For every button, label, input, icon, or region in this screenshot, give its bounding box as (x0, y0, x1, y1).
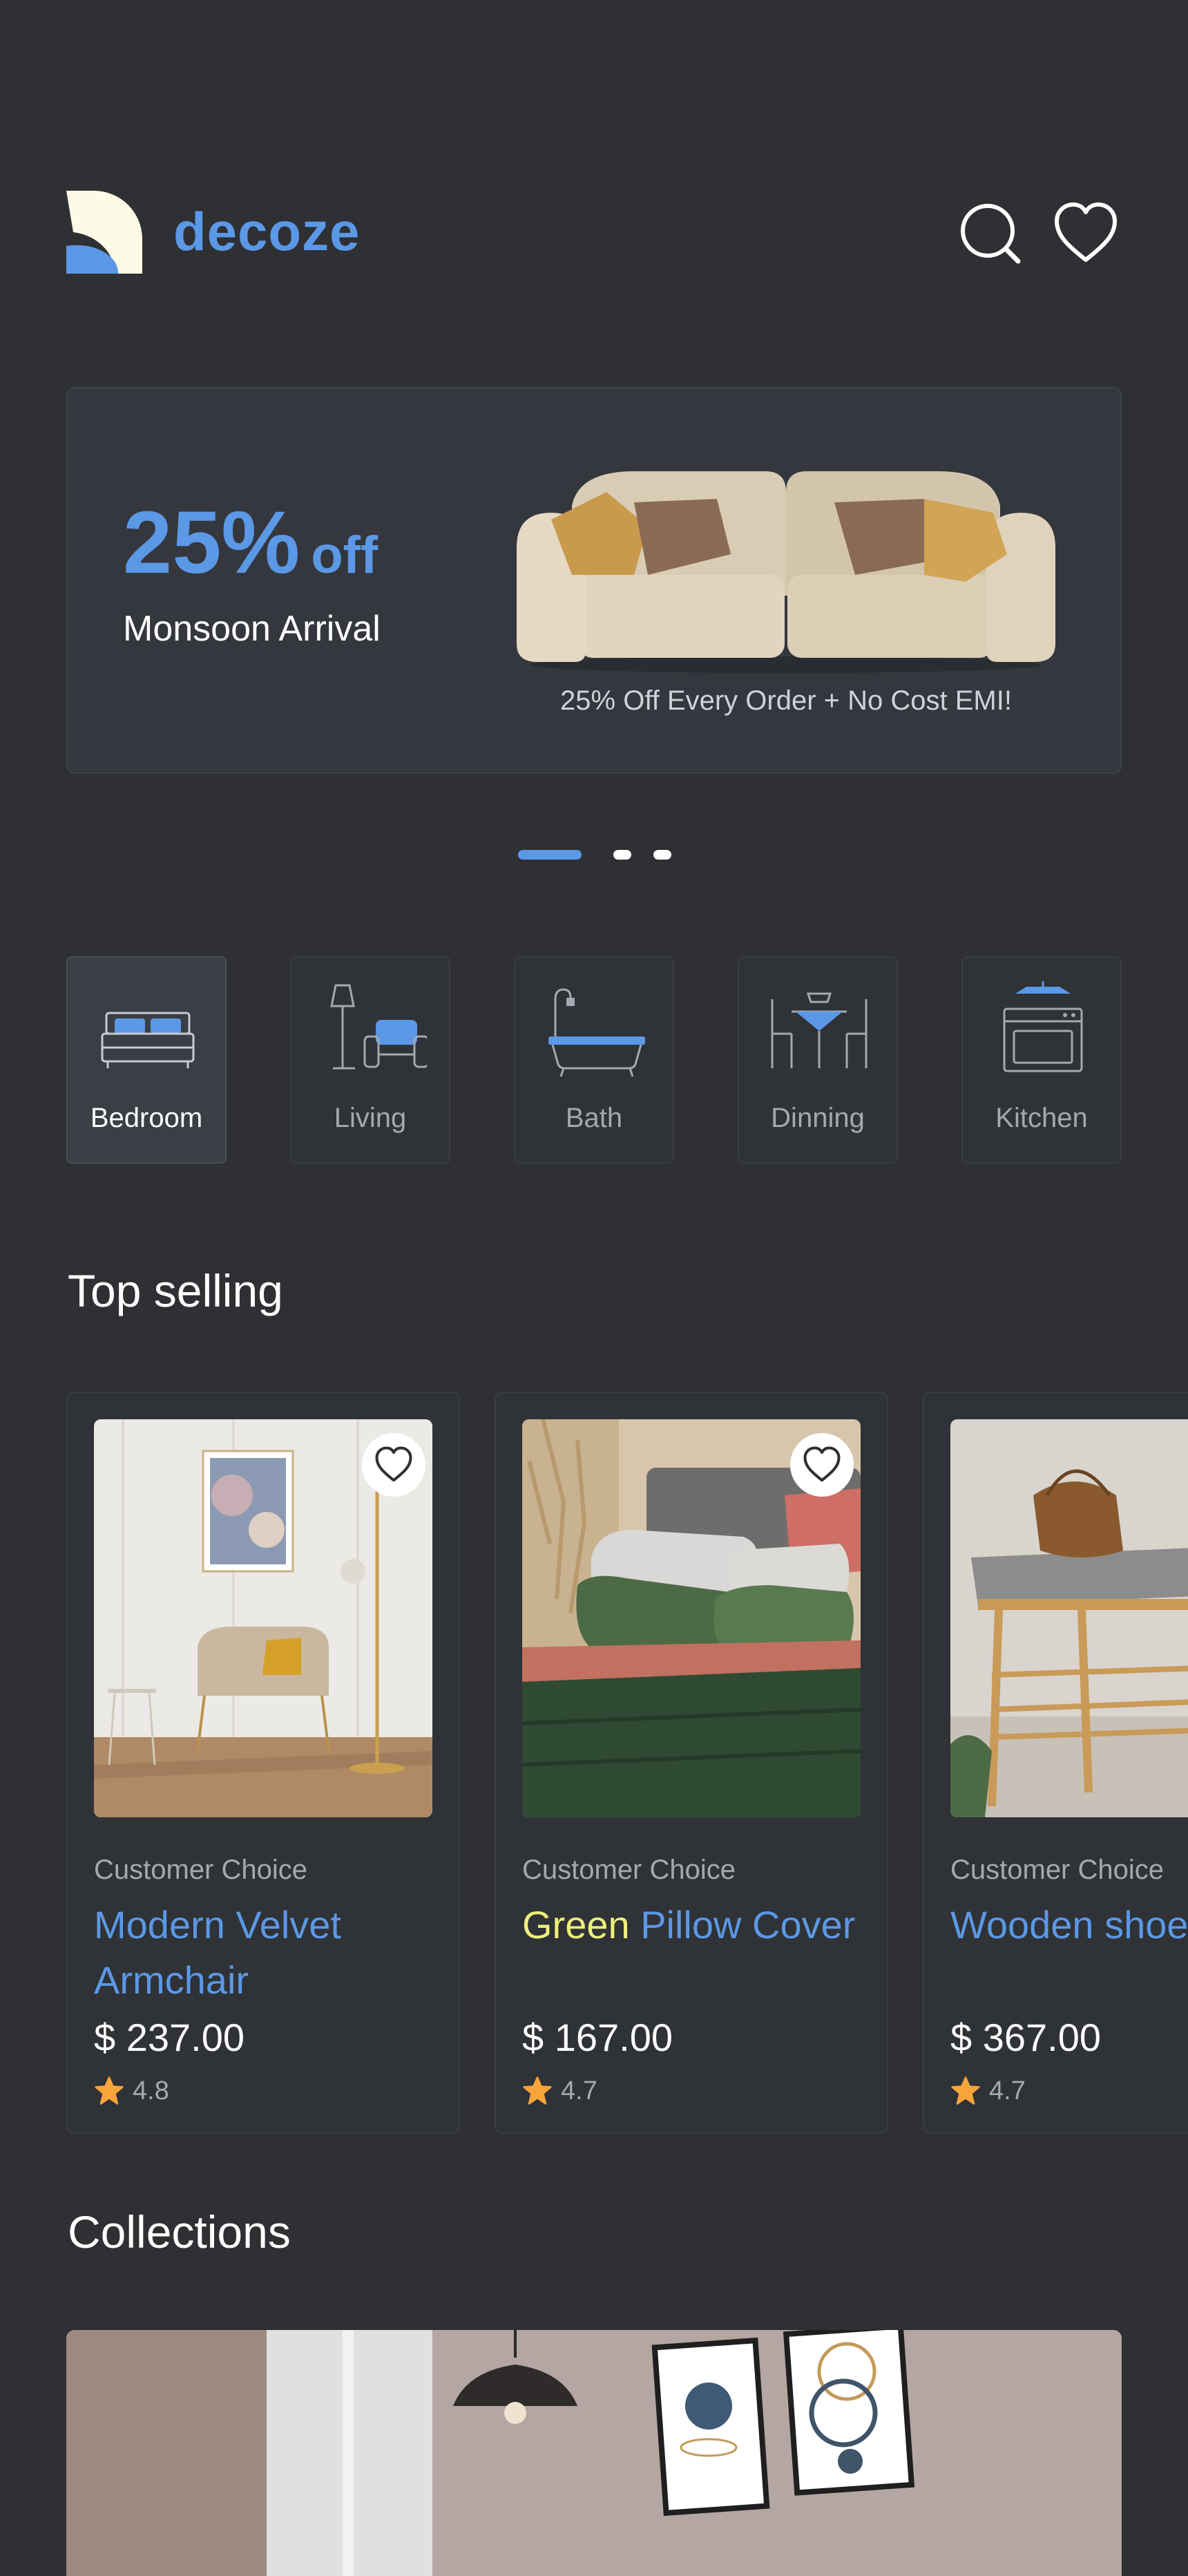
collection-image (66, 2330, 1122, 2576)
product-eyebrow: Customer Choice (950, 1855, 1165, 1885)
category-bath[interactable]: Bath (514, 956, 674, 1164)
heart-icon[interactable] (1053, 200, 1119, 267)
oven-icon (1003, 981, 1083, 1072)
product-eyebrow: Customer Choice (522, 1855, 736, 1885)
product-eyebrow: Customer Choice (94, 1855, 308, 1885)
search-icon[interactable] (957, 200, 1024, 267)
product-name-text: Pillow Cover (629, 1903, 856, 1947)
bathtub-icon (548, 988, 645, 1077)
product-price: $ 367.00 (950, 2016, 1101, 2059)
banner-caption: 25% Off Every Order + No Cost EMI! (560, 685, 1012, 716)
category-label: Bath (565, 1103, 623, 1133)
category-label: Bedroom (90, 1103, 203, 1133)
product-name: Green Pillow Cover (522, 1897, 868, 1953)
banner-discount-value: 25% (123, 493, 300, 592)
carousel-dot-1[interactable] (518, 850, 582, 860)
product-name: Modern Velvet Armchair (94, 1897, 439, 2008)
product-rating: 4.8 (94, 2076, 169, 2106)
wishlist-button[interactable] (362, 1433, 425, 1497)
star-icon (523, 2076, 552, 2105)
product-card[interactable]: Customer Choice Modern Velvet Armchair $… (66, 1392, 460, 2134)
product-price: $ 167.00 (522, 2016, 673, 2059)
product-rating: 4.7 (522, 2076, 597, 2106)
decoze-logo-icon[interactable] (66, 191, 142, 274)
product-rating-value: 4.7 (989, 2076, 1026, 2105)
heart-icon (803, 1446, 841, 1482)
star-icon (951, 2076, 980, 2105)
star-icon (95, 2076, 124, 2105)
carousel-dot-3[interactable] (653, 850, 671, 860)
banner-discount: 25% off (123, 499, 378, 587)
armchair-lamp-icon (330, 984, 427, 1070)
category-bedroom[interactable]: Bedroom (66, 956, 227, 1164)
banner-discount-suffix: off (311, 526, 379, 585)
product-name-text: Modern Velvet Armchair (94, 1903, 341, 2002)
product-image (950, 1419, 1188, 1817)
product-rating-value: 4.7 (561, 2076, 597, 2105)
product-card[interactable]: Customer Choice Wooden shoe Rack $ 367.0… (923, 1392, 1188, 2134)
category-label: Living (334, 1103, 407, 1133)
category-label: Kitchen (995, 1103, 1088, 1133)
promo-banner[interactable]: 25% off Monsoon Arrival 25% Off Every Ord… (66, 387, 1122, 774)
banner-title: Monsoon Arrival (123, 609, 381, 649)
product-rating-value: 4.8 (133, 2076, 169, 2105)
collection-banner[interactable] (66, 2330, 1122, 2576)
brand-name: decoze (173, 201, 361, 262)
product-price: $ 237.00 (94, 2016, 245, 2059)
collections-title: Collections (68, 2206, 291, 2257)
sofa-image (517, 471, 1055, 673)
bed-icon (101, 1012, 195, 1068)
product-rating: 4.7 (950, 2076, 1026, 2106)
wishlist-button[interactable] (790, 1433, 854, 1497)
category-living[interactable]: Living (290, 956, 450, 1164)
top-selling-title: Top selling (68, 1265, 283, 1316)
heart-icon (375, 1446, 412, 1482)
top-selling-list: Customer Choice Modern Velvet Armchair $… (66, 1392, 1188, 2135)
category-kitchen[interactable]: Kitchen (961, 956, 1122, 1164)
category-list: Bedroom Living Bath Dinning Kitchen (66, 956, 1122, 1164)
product-name-text: Wooden shoe Rack (950, 1903, 1188, 1947)
dining-table-icon (771, 992, 868, 1068)
product-card[interactable]: Customer Choice Green Pillow Cover $ 167… (495, 1392, 888, 2134)
app-header: decoze (66, 187, 1122, 276)
category-dinning[interactable]: Dinning (738, 956, 898, 1164)
carousel-dot-2[interactable] (613, 850, 631, 860)
category-label: Dinning (771, 1103, 865, 1133)
product-name-highlight: Green (522, 1903, 630, 1947)
product-name: Wooden shoe Rack (950, 1897, 1188, 1953)
